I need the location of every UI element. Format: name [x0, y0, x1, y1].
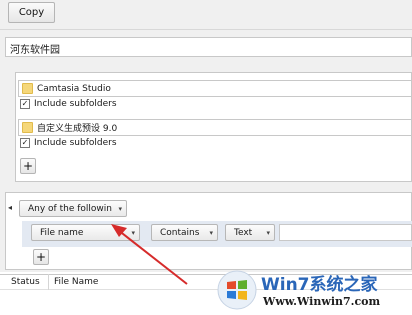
add-folder-button[interactable]: +: [20, 158, 36, 174]
copy-button[interactable]: Copy: [8, 2, 55, 23]
chevron-down-icon: ▾: [118, 204, 122, 213]
plus-icon: +: [22, 159, 34, 173]
checkbox-checked-icon[interactable]: ✓: [20, 138, 30, 148]
copy-button-label: Copy: [18, 7, 45, 18]
windows-logo-icon: [217, 270, 257, 310]
group-mode-select[interactable]: Any of the followin ▾: [19, 200, 127, 217]
folder-icon: [22, 83, 33, 94]
include-subfolders-label-1: Include subfolders: [34, 99, 117, 109]
type-value: Text: [234, 227, 253, 238]
folder-name-2: 自定义生成预设 9.0: [37, 124, 118, 134]
folder-icon: [22, 122, 33, 133]
include-subfolders-2[interactable]: ✓ Include subfolders: [20, 137, 117, 149]
column-header-status[interactable]: Status: [11, 277, 40, 287]
filter-value-input[interactable]: [279, 224, 412, 241]
chevron-down-icon: ▾: [266, 228, 270, 237]
column-header-file-name[interactable]: File Name: [54, 277, 98, 287]
type-select[interactable]: Text ▾: [225, 224, 275, 241]
chevron-down-icon: ▾: [131, 228, 135, 237]
operator-select[interactable]: Contains ▾: [151, 224, 218, 241]
folder-path-2[interactable]: 自定义生成预设 9.0: [18, 119, 412, 136]
chevron-down-icon: ▾: [209, 228, 213, 237]
watermark: Win7系统之家 Www.Winwin7.com: [215, 265, 412, 315]
checkbox-checked-icon[interactable]: ✓: [20, 99, 30, 109]
search-input-value: 河东软件园: [10, 45, 60, 56]
plus-icon: +: [35, 250, 47, 264]
field-value: File name: [40, 227, 84, 238]
search-input[interactable]: 河东软件园: [5, 37, 412, 57]
include-subfolders-label-2: Include subfolders: [34, 138, 117, 148]
folder-path-1[interactable]: Camtasia Studio: [18, 80, 412, 97]
add-filter-button[interactable]: +: [33, 249, 49, 265]
folder-name-1: Camtasia Studio: [37, 83, 111, 94]
operator-value: Contains: [160, 227, 200, 238]
watermark-brand: Win7系统之家: [261, 275, 378, 295]
column-divider: [48, 274, 49, 290]
group-mode-value: Any of the followin: [28, 203, 112, 214]
toolbar: [0, 0, 412, 30]
include-subfolders-1[interactable]: ✓ Include subfolders: [20, 98, 117, 110]
field-select[interactable]: File name ▾: [31, 224, 140, 241]
watermark-url: Www.Winwin7.com: [263, 295, 381, 308]
collapse-toggle-icon[interactable]: ◂: [8, 203, 12, 212]
